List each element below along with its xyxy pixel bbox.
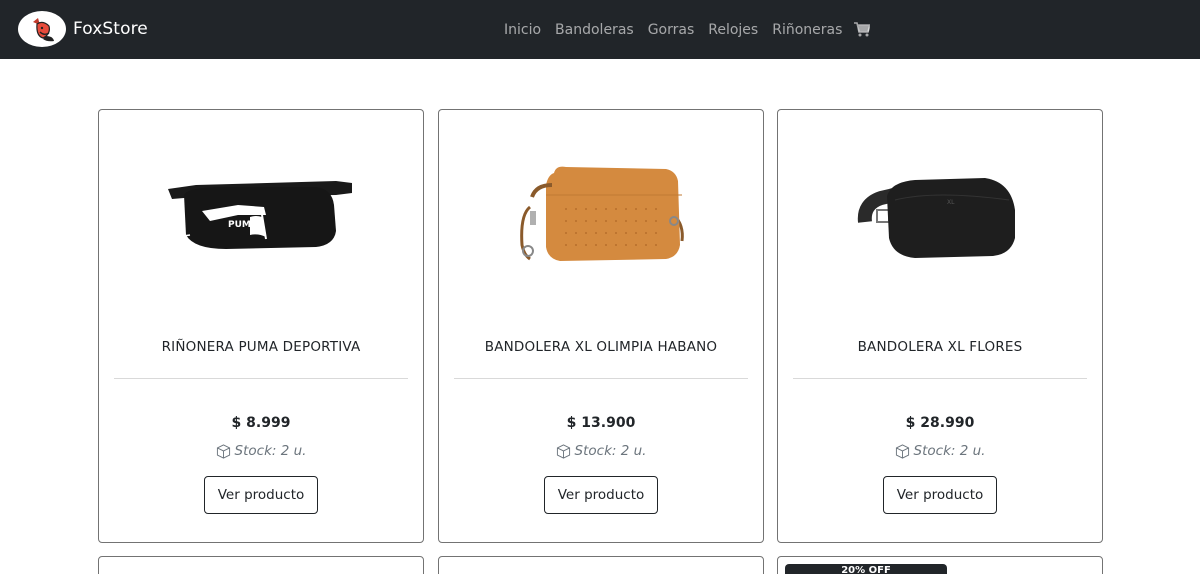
nav-link-bandoleras[interactable]: Bandoleras (548, 22, 641, 38)
svg-text:XL: XL (947, 199, 955, 206)
navbar: FoxStore Inicio Bandoleras Gorras Reloje… (0, 0, 1200, 59)
nav-link-relojes[interactable]: Relojes (701, 22, 765, 38)
nav-link-gorras[interactable]: Gorras (641, 22, 702, 38)
product-image: PUMA (99, 110, 423, 320)
product-stock: Stock: 2 u. (778, 443, 1102, 459)
product-stock-text: Stock: 2 u. (574, 443, 647, 459)
shopping-cart-icon[interactable] (854, 22, 871, 38)
product-card: BANDOLERA XL OLIMPIA HABANO $ 13.900 Sto… (438, 109, 764, 543)
fox-logo-icon (18, 11, 66, 47)
box-icon (895, 443, 910, 459)
ver-producto-button[interactable]: Ver producto (883, 476, 997, 514)
product-stock-text: Stock: 2 u. (913, 443, 986, 459)
product-card (98, 556, 424, 574)
product-price: $ 28.990 (905, 415, 975, 431)
divider (793, 378, 1087, 379)
product-card: XL BANDOLERA XL FLORES $ 28.990 Stock: 2… (777, 109, 1103, 543)
ver-producto-button[interactable]: Ver producto (544, 476, 658, 514)
product-price: $ 13.900 (566, 415, 636, 431)
nav-link-inicio[interactable]: Inicio (498, 22, 548, 38)
box-icon (216, 443, 231, 459)
product-stock: Stock: 2 u. (99, 443, 423, 459)
product-image (439, 110, 763, 320)
product-image: XL (778, 110, 1102, 320)
product-title: BANDOLERA XL OLIMPIA HABANO (484, 339, 718, 355)
brand-link[interactable]: FoxStore (18, 11, 148, 47)
product-price: $ 8.999 (231, 415, 291, 431)
box-icon (556, 443, 571, 459)
discount-badge: 20% OFF (785, 564, 947, 574)
nav-links: Inicio Bandoleras Gorras Relojes Riñoner… (498, 0, 871, 59)
product-title: BANDOLERA XL FLORES (857, 339, 1023, 355)
product-stock-text: Stock: 2 u. (234, 443, 307, 459)
svg-text:PUMA: PUMA (228, 220, 258, 230)
brand-name: FoxStore (73, 19, 148, 39)
nav-link-rinoneras[interactable]: Riñoneras (765, 22, 849, 38)
divider (454, 378, 748, 379)
product-card (438, 556, 764, 574)
divider (114, 378, 408, 379)
product-card: 20% OFF (777, 556, 1103, 574)
ver-producto-button[interactable]: Ver producto (204, 476, 318, 514)
product-title: RIÑONERA PUMA DEPORTIVA (161, 339, 361, 355)
product-card: PUMA RIÑONERA PUMA DEPORTIVA $ 8.999 Sto… (98, 109, 424, 543)
product-stock: Stock: 2 u. (439, 443, 763, 459)
